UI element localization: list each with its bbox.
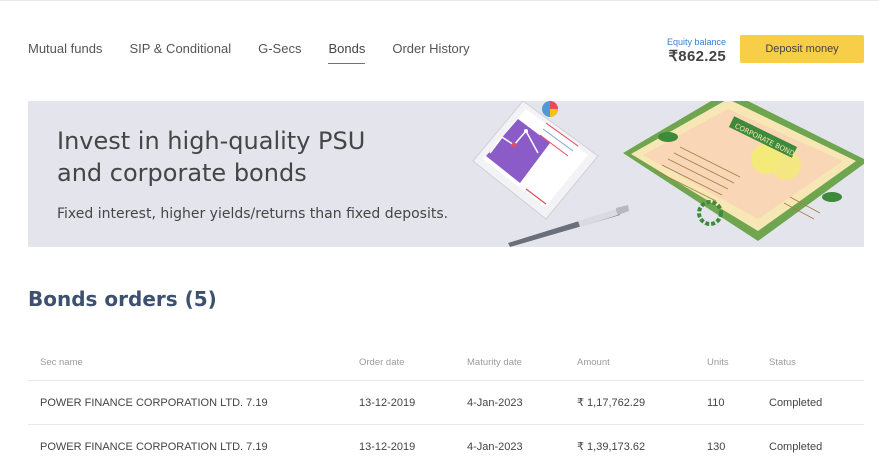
cell-units: 130 [707,440,726,453]
equity-balance: Equity balance ₹862.25 [650,36,726,66]
banner-title: Invest in high-quality PSU and corporate… [57,125,477,189]
tab-sip-conditional[interactable]: SIP & Conditional [129,40,231,64]
corporate-bond-certificate-illustration: CORPORATE BOND [623,101,864,241]
cell-status: Completed [769,440,823,453]
header-status[interactable]: Status [769,357,864,368]
cell-order-date: 13-12-2019 [359,396,416,409]
equity-balance-label: Equity balance [666,37,726,47]
tab-order-history[interactable]: Order History [392,40,469,64]
header-amount[interactable]: Amount [577,357,707,368]
header-units[interactable]: Units [707,357,769,368]
cell-order-date: 13-12-2019 [359,440,416,453]
nav-tabs: Mutual funds SIP & Conditional G-Secs Bo… [28,40,497,64]
tab-g-secs[interactable]: G-Secs [258,40,301,64]
deposit-money-button[interactable]: Deposit money [740,35,864,63]
table-header: Sec name Order date Maturity date Amount… [28,344,864,381]
top-divider [0,0,879,1]
cell-units: 110 [707,396,725,409]
tab-bonds[interactable]: Bonds [328,40,365,64]
header-sec-name[interactable]: Sec name [28,357,359,368]
cell-sec-name: POWER FINANCE CORPORATION LTD. 7.19 [40,440,268,453]
banner-title-line1: Invest in high-quality PSU [57,127,366,155]
header-maturity-date[interactable]: Maturity date [467,357,577,368]
tablet-chart-illustration [472,101,599,220]
equity-balance-value: ₹862.25 [668,48,726,65]
cell-sec-name: POWER FINANCE CORPORATION LTD. 7.19 [40,396,268,409]
bonds-banner: Invest in high-quality PSU and corporate… [28,101,864,247]
header-order-date[interactable]: Order date [359,357,467,368]
cell-status: Completed [769,396,823,409]
cell-amount: ₹ 1,17,762.29 [577,397,646,409]
banner-illustration: CORPORATE BOND [472,101,864,247]
banner-title-line2: and corporate bonds [57,159,307,187]
cell-maturity-date: 4-Jan-2023 [467,396,523,409]
tab-mutual-funds[interactable]: Mutual funds [28,40,102,64]
bonds-orders-title: Bonds orders (5) [28,287,217,311]
pen-illustration [508,205,629,247]
cell-amount: ₹ 1,39,173.62 [577,441,646,453]
table-row[interactable]: POWER FINANCE CORPORATION LTD. 7.19 13-1… [28,381,864,425]
cell-maturity-date: 4-Jan-2023 [467,440,523,453]
table-row[interactable]: POWER FINANCE CORPORATION LTD. 7.19 13-1… [28,425,864,464]
bonds-orders-table: Sec name Order date Maturity date Amount… [28,344,864,464]
